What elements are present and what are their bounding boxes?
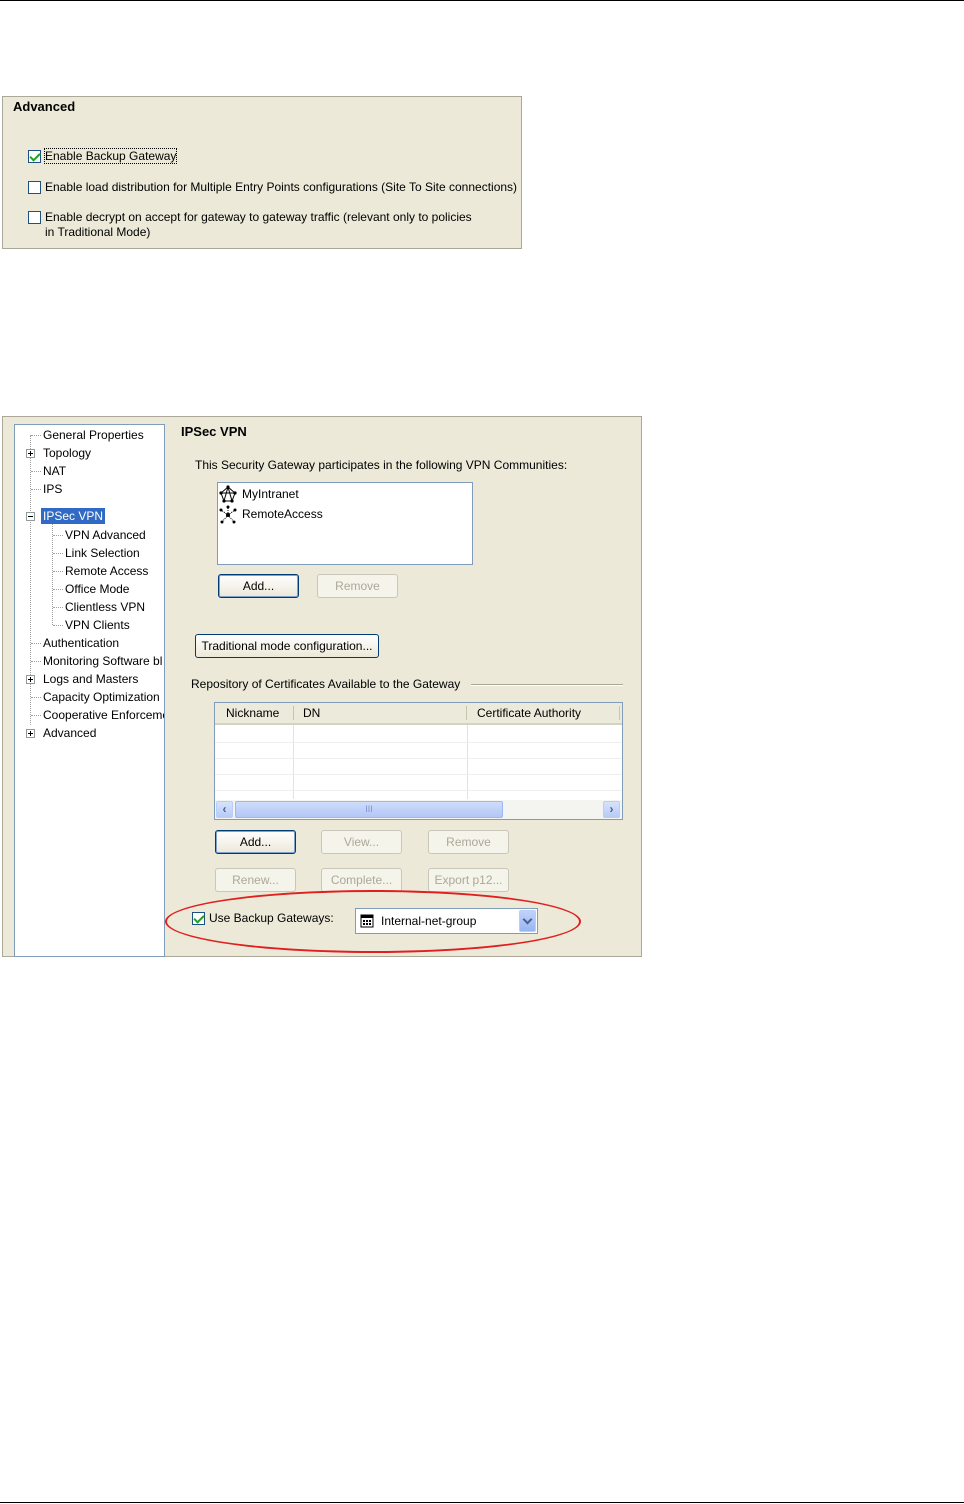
enable-backup-gateway-checkbox[interactable] [28,150,41,163]
traditional-mode-configuration-button[interactable]: Traditional mode configuration... [195,634,379,658]
tree-item-nat[interactable]: NAT [43,463,66,479]
tree-item-ips[interactable]: IPS [43,481,62,497]
scroll-right-icon[interactable]: › [603,801,620,818]
complete-certificate-button[interactable]: Complete... [321,868,402,892]
remove-certificate-button[interactable]: Remove [428,830,509,854]
tree-item-advanced[interactable]: Advanced [43,725,96,741]
column-dn[interactable]: DN [303,703,320,723]
table-header: Nickname DN Certificate Authority [215,703,622,725]
tree-item-vpn-advanced[interactable]: VPN Advanced [65,527,146,543]
tree-item-link-selection[interactable]: Link Selection [65,545,140,561]
scroll-left-icon[interactable]: ‹ [216,801,233,818]
tree-item-monitoring-software[interactable]: Monitoring Software bl [43,653,162,669]
star-community-icon [219,505,239,525]
remove-community-button[interactable]: Remove [317,574,398,598]
tree-item-cooperative-enforcement[interactable]: Cooperative Enforceme [43,707,164,723]
top-rule [0,0,964,1]
scroll-thumb[interactable]: III [235,801,503,818]
navigation-tree: General Properties Topology NAT IPS IPSe… [14,424,165,957]
tree-item-general-properties[interactable]: General Properties [43,427,144,443]
tree-item-vpn-clients[interactable]: VPN Clients [65,617,130,633]
horizontal-scrollbar[interactable]: ‹ III › [215,800,622,819]
enable-backup-gateway-label[interactable]: Enable Backup Gateway [43,148,178,164]
communities-label: This Security Gateway participates in th… [195,458,568,472]
repository-label: Repository of Certificates Available to … [191,677,461,691]
expand-plus-icon[interactable] [26,729,35,738]
table-row [215,758,622,759]
tree-item-clientless-vpn[interactable]: Clientless VPN [65,599,145,615]
expand-plus-icon[interactable] [26,449,35,458]
tree-branch-line [52,523,53,625]
decrypt-on-accept-checkbox[interactable] [28,211,41,224]
bottom-rule [0,1502,964,1503]
community-myintranet[interactable]: MyIntranet [242,487,299,501]
export-p12-button[interactable]: Export p12... [428,868,509,892]
tree-item-office-mode[interactable]: Office Mode [65,581,129,597]
communities-list[interactable]: MyIntranet RemoteAccess [217,482,473,565]
renew-certificate-button[interactable]: Renew... [215,868,296,892]
view-certificate-button[interactable]: View... [321,830,402,854]
mesh-community-icon [219,485,239,503]
certificates-table[interactable]: Nickname DN Certificate Authority ‹ III … [214,702,623,820]
tree-item-ipsec-vpn[interactable]: IPSec VPN [41,508,106,524]
load-distribution-checkbox[interactable] [28,181,41,194]
table-row [215,790,622,791]
advanced-title: Advanced [13,99,76,114]
add-certificate-button[interactable]: Add... [215,830,296,854]
add-community-button[interactable]: Add... [218,574,299,598]
tree-item-capacity-optimization[interactable]: Capacity Optimization [43,689,160,705]
advanced-panel: Advanced Enable Backup Gateway Enable lo… [2,96,522,249]
table-row [215,742,622,743]
load-distribution-label[interactable]: Enable load distribution for Multiple En… [45,180,517,194]
highlight-ellipse [165,890,581,953]
column-nickname[interactable]: Nickname [226,703,279,723]
ipsec-vpn-title: IPSec VPN [181,424,247,439]
community-remoteaccess[interactable]: RemoteAccess [242,507,323,521]
decrypt-on-accept-label-line2[interactable]: in Traditional Mode) [45,225,150,239]
table-row [215,774,622,775]
expand-plus-icon[interactable] [26,675,35,684]
tree-item-remote-access[interactable]: Remote Access [65,563,148,579]
column-certificate-authority[interactable]: Certificate Authority [477,703,581,723]
collapse-minus-icon[interactable] [26,512,35,521]
decrypt-on-accept-label-line1[interactable]: Enable decrypt on accept for gateway to … [45,210,472,224]
tree-item-topology[interactable]: Topology [43,445,91,461]
gateway-properties-dialog: General Properties Topology NAT IPS IPSe… [2,416,642,957]
repository-separator [471,684,623,686]
tree-item-authentication[interactable]: Authentication [43,635,119,651]
tree-item-logs-and-masters[interactable]: Logs and Masters [43,671,138,687]
